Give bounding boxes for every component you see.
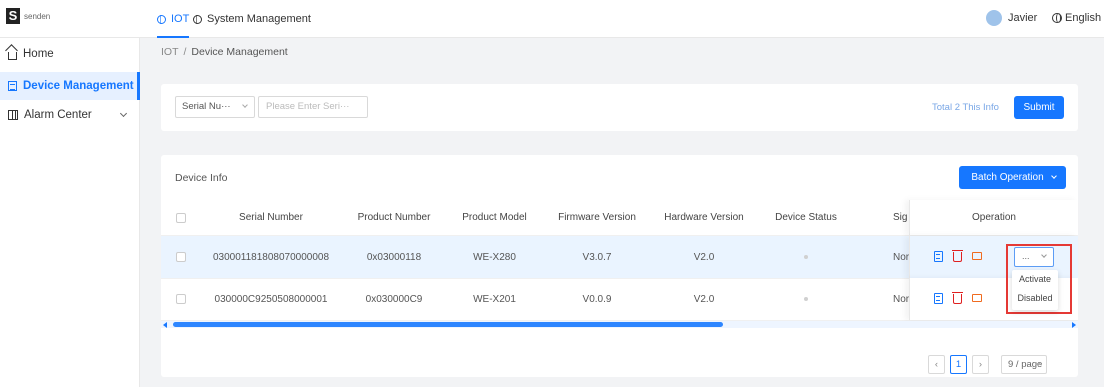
- prev-page-button[interactable]: ‹: [928, 355, 945, 374]
- chevron-down-icon: [1051, 173, 1057, 179]
- delete-icon[interactable]: [952, 250, 963, 262]
- status-dot: [804, 255, 808, 259]
- iot-icon: [157, 14, 166, 24]
- column-header: Device Status: [775, 212, 837, 223]
- top-bar: S senden IOT System Management Javier En…: [0, 0, 1104, 38]
- serial-number-cell: 030000C9250508000001: [214, 293, 328, 305]
- sidebar-item-label: Alarm Center: [24, 109, 92, 121]
- logo-mark: S: [6, 8, 20, 24]
- scroll-right-icon[interactable]: [1072, 322, 1076, 328]
- search-input[interactable]: Please Enter Seri···: [258, 96, 368, 118]
- dropdown-option-disabled[interactable]: Disabled: [1012, 289, 1058, 308]
- tab-system-management[interactable]: System Management: [193, 0, 311, 38]
- submit-button[interactable]: Submit: [1014, 96, 1064, 119]
- device-status-cell: [756, 278, 856, 320]
- gear-icon: [193, 14, 202, 24]
- search-field-select[interactable]: Serial Nu···: [175, 96, 255, 118]
- table-row[interactable]: 030000C9250508000001 0x030000C9 WE-X201 …: [161, 278, 1078, 321]
- column-header: Firmware Version: [558, 212, 636, 223]
- serial-number-cell: 030001181808070000008: [212, 251, 330, 263]
- card-title: Device Info: [175, 172, 228, 184]
- total-count: Total 2 This Info: [932, 102, 999, 113]
- column-header: Product Number: [357, 212, 431, 223]
- logo-text: senden: [24, 11, 51, 21]
- scrollbar-thumb[interactable]: [173, 322, 723, 327]
- product-number-cell: 0x03000118: [366, 251, 422, 263]
- page-size-select[interactable]: 9 / page: [1001, 355, 1047, 374]
- page-number-button[interactable]: 1: [950, 355, 967, 374]
- column-header: Operation: [909, 200, 1078, 235]
- hardware-version-cell: V2.0: [693, 251, 715, 263]
- list-icon: [8, 81, 17, 91]
- next-page-button[interactable]: ›: [972, 355, 989, 374]
- device-table-card: Device Info Batch Operation Serial Numbe…: [161, 155, 1078, 377]
- dropdown-option-activate[interactable]: Activate: [1012, 270, 1058, 289]
- home-icon: [8, 51, 17, 60]
- tab-iot-label: IOT: [171, 13, 190, 25]
- checkbox[interactable]: [176, 294, 186, 304]
- batch-operation-label: Batch Operation: [971, 172, 1044, 183]
- sidebar-item-device-management[interactable]: Device Management: [0, 72, 140, 100]
- search-field-select-value: Serial Nu···: [182, 101, 231, 112]
- delete-icon[interactable]: [952, 292, 963, 304]
- avatar: [986, 10, 1002, 26]
- tab-iot[interactable]: IOT: [157, 0, 190, 38]
- firmware-version-cell: V0.0.9: [582, 293, 612, 305]
- hardware-version-cell: V2.0: [693, 293, 715, 305]
- scroll-left-icon[interactable]: [163, 322, 167, 328]
- sidebar: Home Device Management Alarm Center: [0, 38, 140, 387]
- column-header: Serial Number: [239, 212, 303, 223]
- breadcrumb: IOT / Device Management: [161, 46, 288, 58]
- column-header: Hardware Version: [664, 212, 744, 223]
- tab-system-management-label: System Management: [207, 13, 311, 25]
- sidebar-item-home[interactable]: Home: [0, 40, 140, 68]
- more-actions-dropdown: Activate Disabled: [1012, 270, 1058, 310]
- column-header: Product Model: [462, 212, 527, 223]
- status-dot: [804, 297, 808, 301]
- breadcrumb-separator: /: [183, 46, 187, 58]
- detail-icon[interactable]: [934, 250, 943, 262]
- detail-icon[interactable]: [934, 292, 943, 304]
- row-checkbox-cell[interactable]: [169, 236, 193, 278]
- product-model-cell: WE-X201: [473, 293, 516, 305]
- firmware-version-cell: V3.0.7: [582, 251, 612, 263]
- table-row[interactable]: 030001181808070000008 0x03000118 WE-X280…: [161, 236, 1078, 279]
- chevron-down-icon: [242, 102, 248, 108]
- language-label: English: [1065, 12, 1102, 24]
- table-header: Serial Number Product Number Product Mod…: [161, 200, 1078, 236]
- checkbox[interactable]: [176, 212, 186, 223]
- filter-card: Serial Nu··· Please Enter Seri··· Total …: [161, 84, 1078, 131]
- product-number-cell: 0x030000C9: [365, 293, 423, 305]
- batch-operation-button[interactable]: Batch Operation: [959, 166, 1066, 189]
- globe-icon: [1052, 13, 1062, 23]
- logo: S senden: [6, 8, 50, 24]
- sidebar-item-label: Home: [23, 48, 54, 60]
- row-checkbox-cell[interactable]: [169, 278, 193, 320]
- breadcrumb-root[interactable]: IOT: [161, 46, 179, 58]
- grid-icon: [8, 110, 18, 120]
- horizontal-scrollbar[interactable]: [161, 321, 1078, 328]
- chevron-down-icon: [119, 109, 128, 118]
- checkbox[interactable]: [176, 252, 186, 262]
- sidebar-item-alarm-center[interactable]: Alarm Center: [0, 101, 140, 129]
- select-all-checkbox[interactable]: [169, 200, 193, 235]
- sidebar-item-label: Device Management: [23, 80, 134, 92]
- language-switcher[interactable]: English: [1052, 12, 1101, 24]
- device-status-cell: [756, 236, 856, 278]
- user-menu[interactable]: Javier: [986, 10, 1037, 26]
- user-name: Javier: [1008, 12, 1038, 24]
- message-icon[interactable]: [972, 252, 982, 260]
- message-icon[interactable]: [972, 294, 982, 302]
- product-model-cell: WE-X280: [473, 251, 516, 263]
- breadcrumb-current: Device Management: [191, 46, 288, 58]
